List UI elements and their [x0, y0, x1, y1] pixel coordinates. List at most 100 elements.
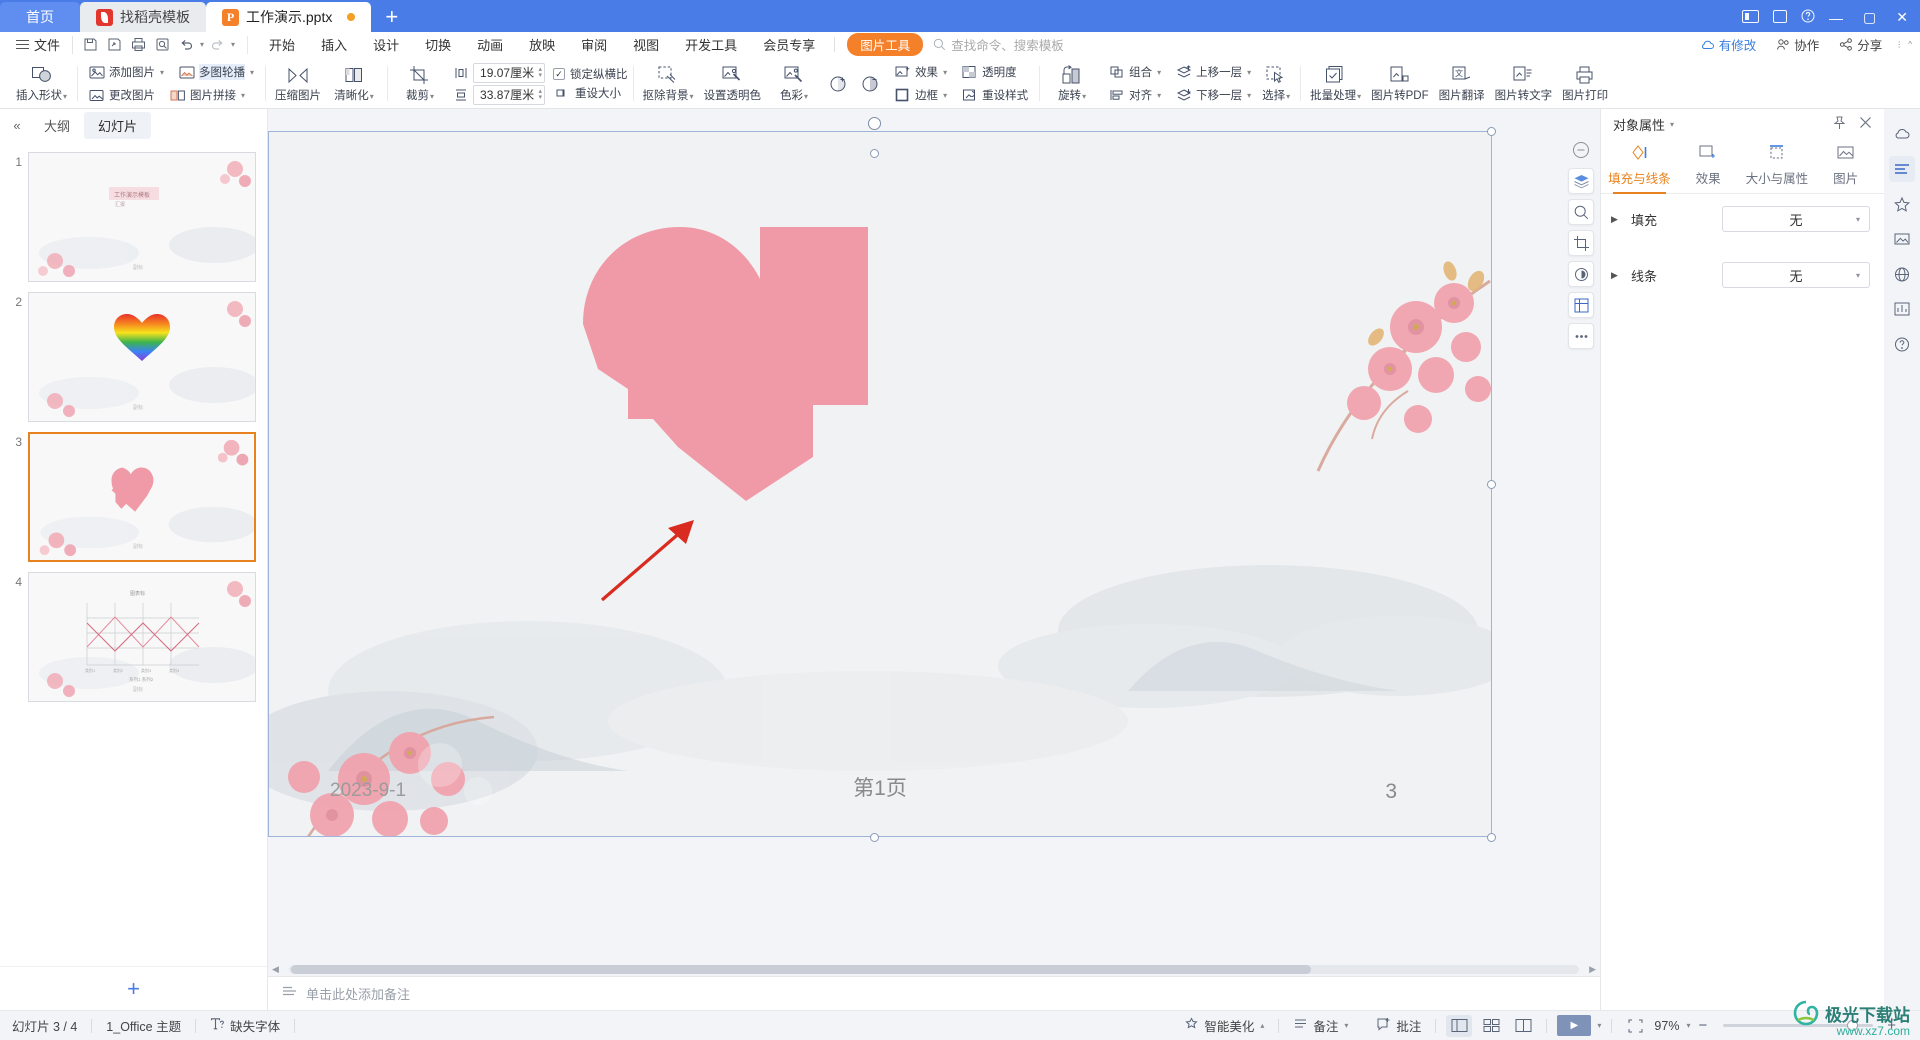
- star-rail-icon[interactable]: [1889, 191, 1915, 217]
- menu-insert[interactable]: 插入: [308, 35, 360, 54]
- undo-icon[interactable]: [175, 35, 197, 55]
- effects-button[interactable]: 效果 ▾: [888, 62, 953, 83]
- group-caret-icon[interactable]: ▾: [1157, 68, 1161, 77]
- new-tab-button[interactable]: +: [371, 2, 412, 32]
- brightness-up-button[interactable]: [822, 59, 854, 108]
- crop-button[interactable]: 裁剪▾: [392, 59, 448, 108]
- remove-bg-caret-icon[interactable]: ▾: [690, 92, 694, 101]
- menu-transition[interactable]: 切换: [412, 35, 464, 54]
- slide-page-text[interactable]: 第1页: [268, 772, 1492, 802]
- collab-button[interactable]: 协作: [1768, 35, 1827, 54]
- picture-translate-button[interactable]: 文 图片翻译: [1434, 59, 1490, 108]
- color-fill-icon[interactable]: [1568, 261, 1594, 287]
- effects-caret-icon[interactable]: ▾: [943, 68, 947, 77]
- bring-forward-caret-icon[interactable]: ▾: [1247, 68, 1251, 77]
- object-panel-caret-icon[interactable]: ▾: [1670, 120, 1674, 129]
- thumbnail-list[interactable]: 1 工作演示模板 汇报 副标 2 副标 3 副标 4 图表标 类别1 类别2 类…: [0, 141, 267, 966]
- picture-print-button[interactable]: 图片打印: [1557, 59, 1613, 108]
- selection-pane-button[interactable]: 选择▾: [1257, 59, 1295, 108]
- zoom-in-button[interactable]: +: [1881, 1017, 1902, 1034]
- send-backward-button[interactable]: 下移一层 ▾: [1169, 85, 1257, 106]
- zoom-value[interactable]: 97%: [1648, 1019, 1685, 1033]
- close-icon[interactable]: [1859, 116, 1872, 133]
- tab-effects[interactable]: 效果: [1674, 139, 1743, 193]
- handle-middle-right[interactable]: [1487, 480, 1496, 489]
- theme-status[interactable]: 1_Office 主题: [92, 1016, 195, 1035]
- compress-picture-button[interactable]: 压缩图片: [270, 59, 326, 108]
- search-input[interactable]: 查找命令、搜索模板: [933, 35, 1064, 54]
- normal-view-icon[interactable]: [1446, 1014, 1473, 1037]
- tab-slides[interactable]: 幻灯片: [84, 111, 152, 139]
- slide-number-text[interactable]: 3: [1385, 780, 1397, 804]
- rotate-handle[interactable]: [868, 117, 881, 130]
- more-dots-icon[interactable]: [1568, 323, 1594, 349]
- tab-outline[interactable]: 大纲: [30, 112, 84, 139]
- slide-canvas[interactable]: 2023-9-1 第1页 3: [268, 131, 1492, 837]
- close-button[interactable]: ✕: [1896, 9, 1908, 26]
- lock-aspect-ratio-checkbox[interactable]: ✓ 锁定纵横比: [553, 66, 628, 82]
- rotate-caret-icon[interactable]: ▾: [1082, 92, 1086, 101]
- scroll-left-icon[interactable]: ◀: [272, 964, 279, 975]
- add-picture-button[interactable]: 添加图片 ▾: [82, 62, 170, 83]
- tab-home[interactable]: 首页: [0, 2, 80, 32]
- zoom-slider[interactable]: [1723, 1020, 1874, 1031]
- slide-thumbnail-4[interactable]: 图表标 类别1 类别2 类别3 类别4 系列1 系列2 副标: [28, 572, 256, 702]
- tab-docer-template[interactable]: 找稻壳模板: [80, 2, 206, 32]
- picture-to-pdf-button[interactable]: 图片转PDF: [1366, 59, 1434, 108]
- cloud-rail-icon[interactable]: [1889, 121, 1915, 147]
- line-select[interactable]: 无 ▾: [1722, 262, 1870, 288]
- maximize-button[interactable]: ▢: [1863, 9, 1876, 26]
- save-as-icon[interactable]: [103, 35, 125, 55]
- list-item[interactable]: 2 副标: [0, 287, 267, 427]
- customize-qat-caret-icon[interactable]: ▾: [231, 40, 235, 49]
- missing-font-status[interactable]: 缺失字体: [196, 1016, 294, 1035]
- menu-design[interactable]: 设计: [360, 35, 412, 54]
- carousel-caret-icon[interactable]: ▾: [250, 68, 254, 77]
- split-view-icon[interactable]: [1742, 9, 1760, 26]
- list-item[interactable]: 1 工作演示模板 汇报 副标: [0, 147, 267, 287]
- border-caret-icon[interactable]: ▾: [943, 91, 947, 100]
- picture-width-stepper[interactable]: ▴ ▾: [539, 88, 543, 101]
- sharpen-caret-icon[interactable]: ▾: [370, 92, 374, 101]
- handle-top-center[interactable]: [870, 149, 879, 158]
- fill-select[interactable]: 无 ▾: [1722, 206, 1870, 232]
- align-caret-icon[interactable]: ▾: [1157, 91, 1161, 100]
- handle-bottom-right[interactable]: [1487, 833, 1496, 842]
- handle-bottom-center[interactable]: [870, 833, 879, 842]
- help-rail-icon[interactable]: [1889, 331, 1915, 357]
- file-menu-button[interactable]: 文件: [8, 35, 68, 54]
- tab-picture-tools[interactable]: 图片工具: [847, 33, 924, 56]
- border-button[interactable]: 边框 ▾: [888, 85, 953, 106]
- slide-thumbnail-1[interactable]: 工作演示模板 汇报 副标: [28, 152, 256, 282]
- scroll-track[interactable]: [288, 964, 1580, 974]
- remove-background-button[interactable]: 抠除背景▾: [638, 59, 699, 108]
- smart-beautify-button[interactable]: 智能美化 ▴: [1170, 1016, 1278, 1035]
- save-icon[interactable]: [79, 35, 101, 55]
- modified-status-button[interactable]: 有修改: [1692, 35, 1765, 54]
- menu-more-icon[interactable]: ⋮: [1895, 40, 1903, 49]
- picture-height-stepper[interactable]: ▴ ▾: [539, 66, 543, 79]
- zoom-out-button[interactable]: −: [1690, 1017, 1715, 1034]
- print-icon[interactable]: [127, 35, 149, 55]
- menu-slideshow[interactable]: 放映: [516, 35, 568, 54]
- play-icon[interactable]: ▶: [1557, 1015, 1592, 1036]
- reset-style-button[interactable]: 重设样式: [955, 85, 1034, 106]
- menu-review[interactable]: 审阅: [568, 35, 620, 54]
- transparency-button[interactable]: 透明度: [955, 62, 1023, 83]
- remarks-caret-icon[interactable]: ▾: [1344, 1021, 1348, 1030]
- sorter-view-icon[interactable]: [1478, 1015, 1504, 1037]
- comments-button[interactable]: 批注: [1362, 1016, 1435, 1035]
- picture-rail-icon[interactable]: [1889, 226, 1915, 252]
- rotate-button[interactable]: 旋转▾: [1044, 59, 1100, 108]
- picture-collage-caret-icon[interactable]: ▾: [241, 91, 245, 100]
- share-button[interactable]: 分享: [1831, 35, 1890, 54]
- color-button[interactable]: 色彩▾: [766, 59, 822, 108]
- bring-forward-button[interactable]: 上移一层 ▾: [1169, 62, 1257, 83]
- insert-shape-button[interactable]: 插入形状▾: [11, 59, 72, 108]
- add-picture-caret-icon[interactable]: ▾: [160, 68, 164, 77]
- add-slide-button[interactable]: +: [127, 976, 140, 1002]
- notes-pane[interactable]: 单击此处添加备注: [268, 976, 1600, 1010]
- canvas-area[interactable]: 2023-9-1 第1页 3: [268, 109, 1600, 962]
- undo-caret-icon[interactable]: ▾: [200, 40, 204, 49]
- list-item[interactable]: 3 副标: [0, 427, 267, 567]
